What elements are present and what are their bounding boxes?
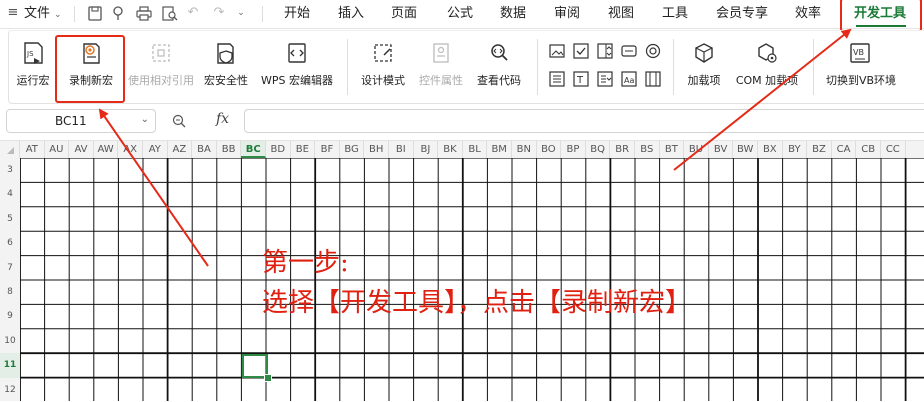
arrow-to-record-macro (98, 108, 209, 267)
arrow-to-developer-tab (673, 28, 852, 171)
annotation-arrows (98, 28, 852, 267)
